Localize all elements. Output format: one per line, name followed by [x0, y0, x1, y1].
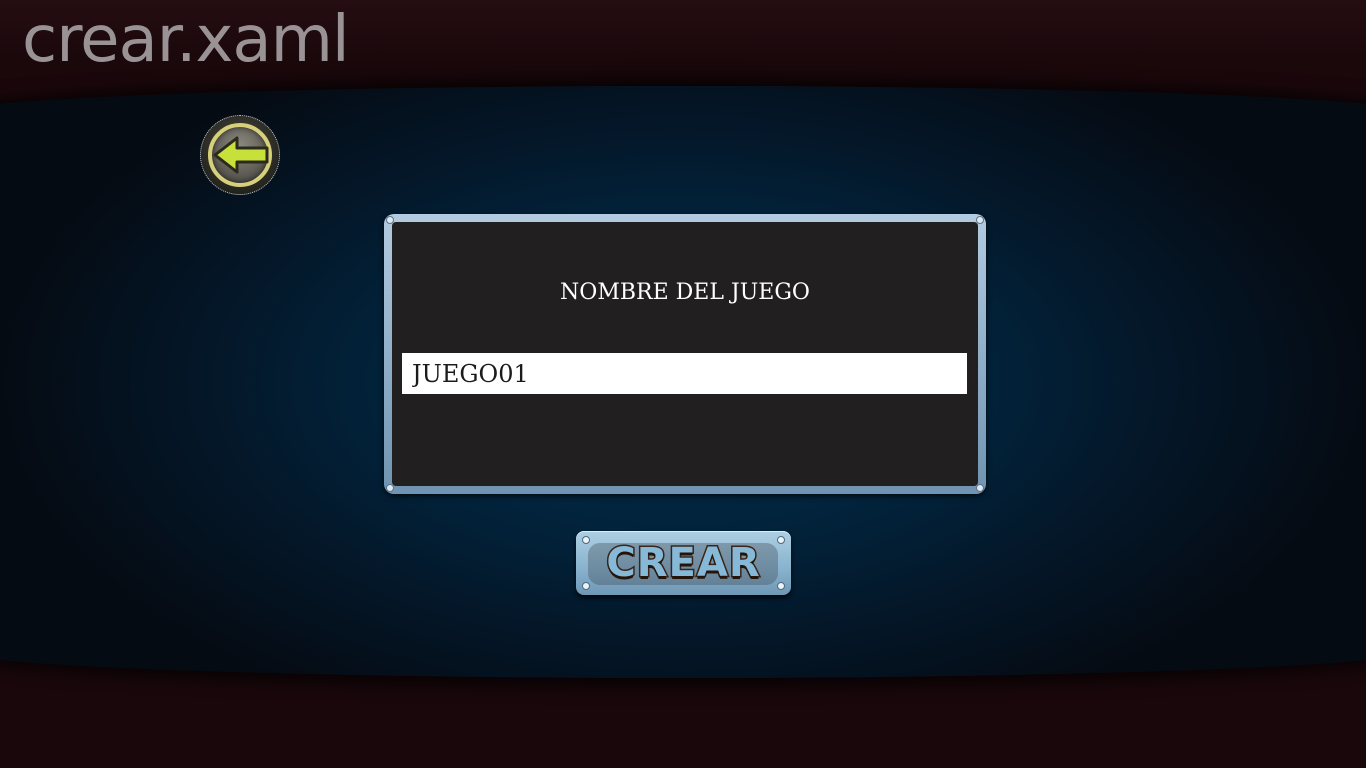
- screw-bottom-left: [386, 484, 394, 492]
- page-title: crear.xaml: [22, 3, 350, 77]
- panel-body: NOMBRE DEL JUEGO: [392, 222, 978, 486]
- create-button-label: CREAR: [605, 539, 761, 588]
- arrow-left-icon: [213, 136, 269, 174]
- screw-top-right: [976, 216, 984, 224]
- game-screen: crear.xaml NOMBRE DEL JUEGO CREAR: [0, 0, 1366, 768]
- game-name-label: NOMBRE DEL JUEGO: [560, 280, 810, 305]
- create-button[interactable]: CREAR: [576, 531, 791, 595]
- game-name-panel: NOMBRE DEL JUEGO: [384, 214, 986, 494]
- screw-bottom-right: [976, 484, 984, 492]
- screw-top-left: [386, 216, 394, 224]
- game-name-input[interactable]: [402, 353, 967, 394]
- back-button[interactable]: [200, 115, 280, 195]
